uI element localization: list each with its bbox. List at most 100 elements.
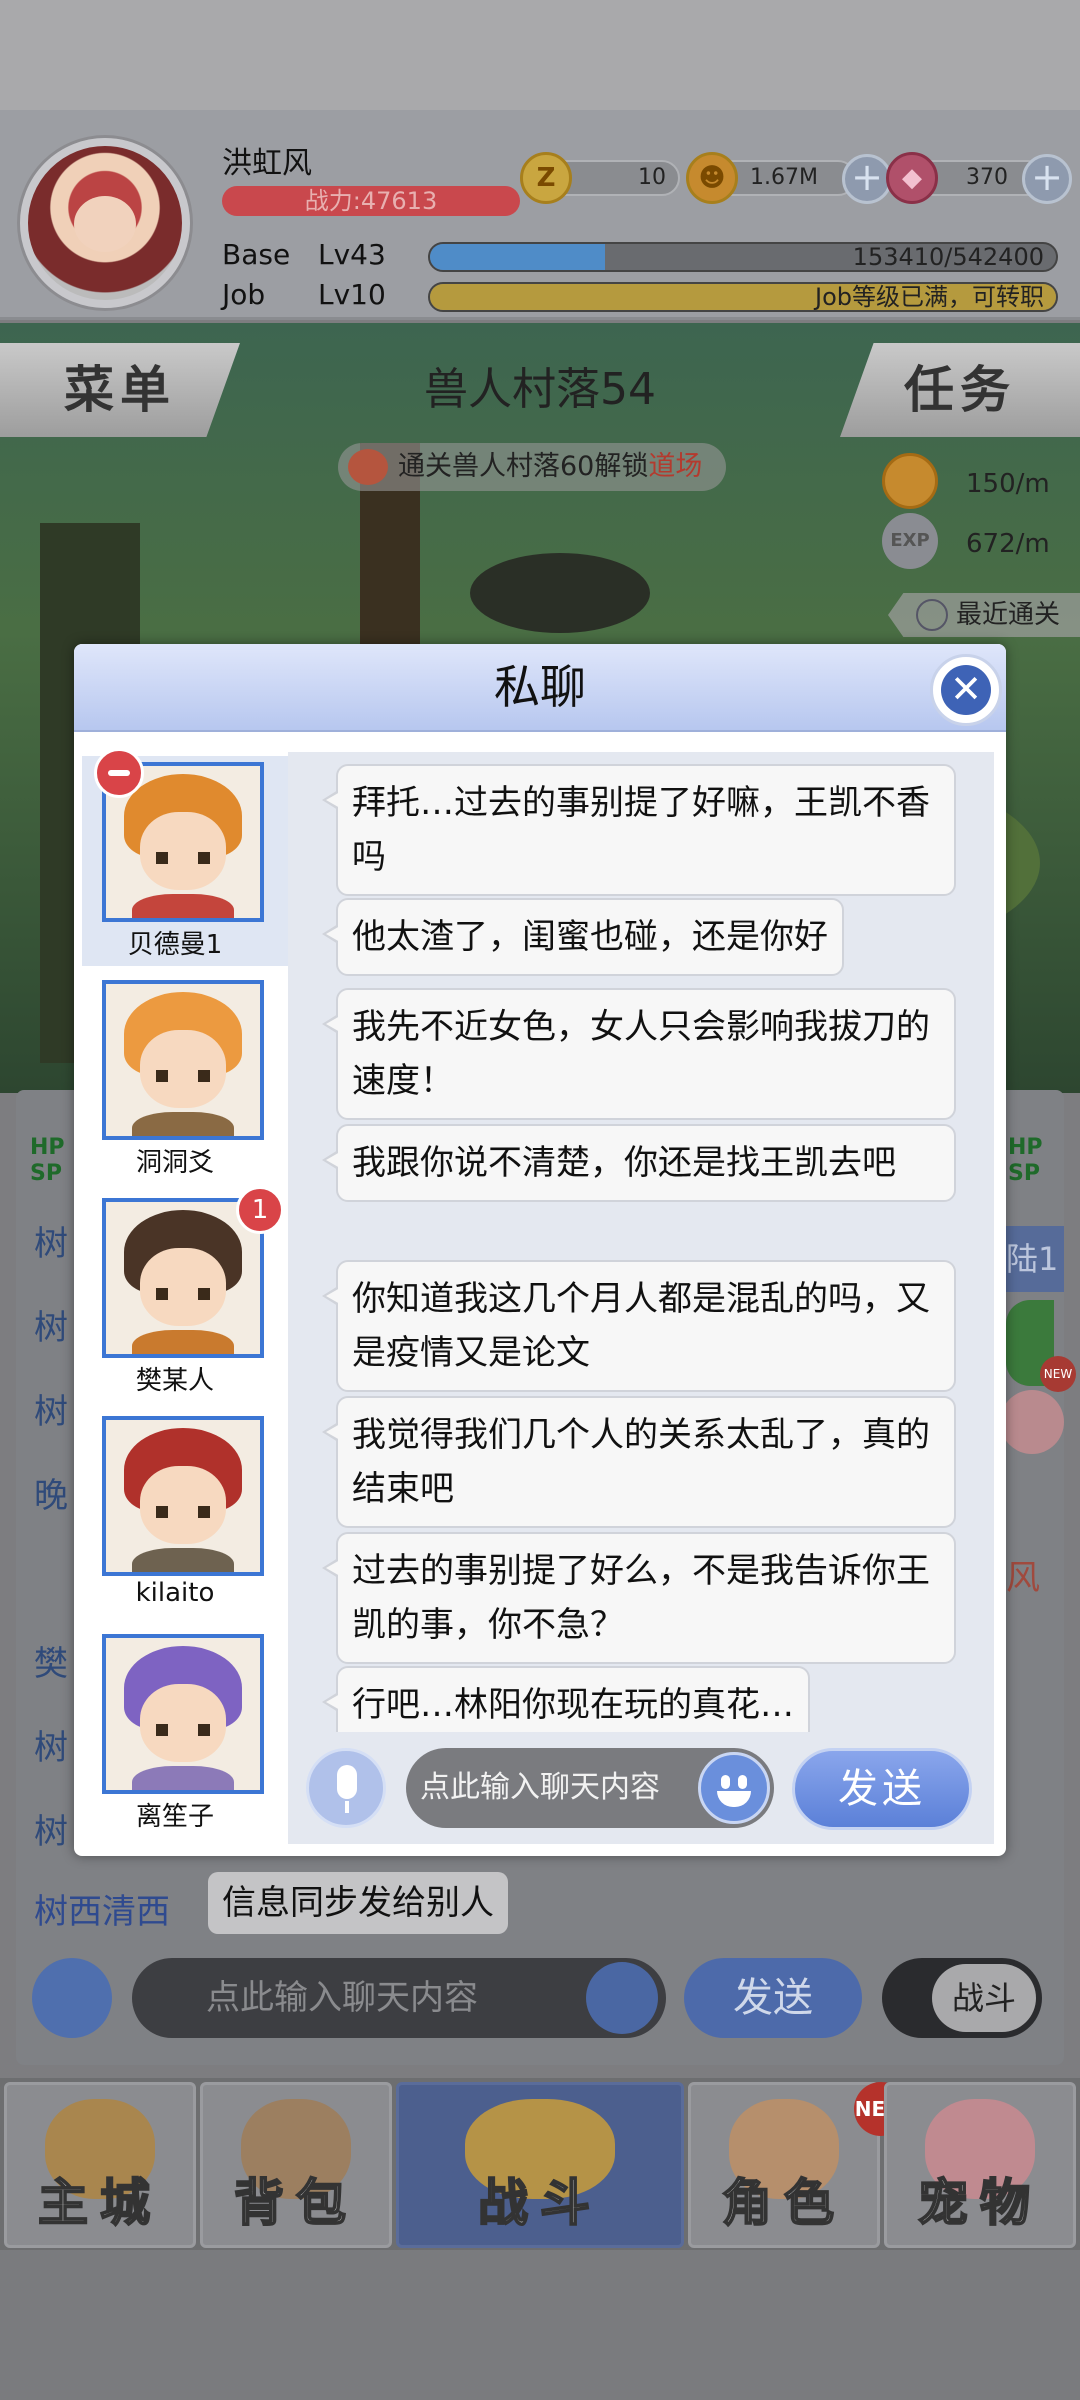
unlock-hint-highlight: 道场 [648, 451, 703, 482]
task-tab[interactable]: 任务 [840, 343, 1080, 437]
microphone-icon [337, 1765, 357, 1799]
contact-name: kilaito [135, 1578, 215, 1608]
avatar-eyes [156, 1070, 210, 1082]
contact-list: 贝德曼1 洞洞爻 1 樊某人 kilaito 离笙子 [82, 748, 288, 1846]
avatar-body [132, 1548, 234, 1572]
nav-main-city[interactable]: 主城 [4, 2082, 196, 2248]
nav-battle[interactable]: 战斗 [396, 2082, 684, 2248]
contact-name: 樊某人 [135, 1366, 214, 1396]
pink-gem-icon: ◆ [886, 152, 938, 204]
chat-panel: 拜托…过去的事别提了好嘛，王凯不香吗 他太渣了，闺蜜也碰，还是你好 我先不近女色… [288, 752, 994, 1844]
base-exp-text: 153410/542400 [852, 243, 1044, 271]
avatar-face [140, 1248, 226, 1326]
new-badge: NEW [1040, 1356, 1076, 1392]
avatar-eyes [156, 852, 210, 864]
contact-avatar [102, 980, 264, 1140]
contact-name: 离笙子 [135, 1802, 214, 1832]
status-bar [0, 0, 1080, 110]
hp-label: HP [1008, 1135, 1043, 1160]
profile-panel: 洪虹风 战力:47613 10 Z 1.67M ☻ + 370 ◆ + Base… [0, 110, 1080, 320]
chat-bubble: 过去的事别提了好么，不是我告诉你王凯的事，你不急？ [322, 1532, 956, 1664]
avatar-eyes [156, 1724, 210, 1736]
contact-item[interactable]: 洞洞爻 [82, 974, 288, 1184]
avatar-eyes [156, 1506, 210, 1518]
nav-label: 战斗 [477, 2173, 602, 2233]
avatar-face [140, 1684, 226, 1762]
unlock-hint: 通关兽人村落60解锁道场 [338, 443, 727, 491]
remove-contact-button[interactable] [94, 748, 144, 798]
avatar-scarf [132, 894, 234, 918]
base-exp-fill [430, 244, 606, 270]
recent-clear-button[interactable]: 最近通关 [888, 593, 1080, 637]
avatar-eyes [156, 1288, 210, 1300]
contact-name: 洞洞爻 [135, 1148, 214, 1178]
base-exp-bar: 153410/542400 [428, 242, 1058, 272]
contact-avatar [102, 1634, 264, 1794]
close-button[interactable]: ✕ [930, 654, 1002, 726]
contact-avatar [102, 1416, 264, 1576]
send-button[interactable]: 发送 [792, 1748, 972, 1830]
sp-label: SP [1008, 1161, 1040, 1186]
avatar-face [140, 812, 226, 890]
chat-bubble: 我跟你说不清楚，你还是找王凯去吧 [322, 1124, 956, 1202]
currency-gem: 370 ◆ + [886, 152, 1076, 204]
main-send-button[interactable]: 发送 [684, 1958, 862, 2038]
add-gem-button[interactable]: + [1022, 154, 1072, 204]
combat-power: 战力:47613 [222, 186, 520, 216]
contact-item[interactable]: 离笙子 [82, 1628, 288, 1838]
nav-backpack[interactable]: 背包 [200, 2082, 392, 2248]
contact-item[interactable]: 贝德曼1 [82, 748, 288, 966]
emoji-eye [721, 1775, 730, 1789]
chat-sender: 树 [34, 1224, 68, 1264]
emoji-button[interactable] [698, 1752, 770, 1824]
avatar-body [132, 1112, 234, 1136]
avatar-face [140, 1466, 226, 1544]
battle-toggle[interactable]: 战斗 [882, 1958, 1042, 2038]
job-label: Job [222, 278, 266, 311]
contact-item[interactable]: kilaito [82, 1410, 288, 1620]
voice-button[interactable] [306, 1748, 386, 1828]
job-level: Lv10 [318, 278, 386, 311]
contact-item[interactable]: 1 樊某人 [82, 1186, 288, 1402]
nav-label: 角色 [721, 2173, 846, 2233]
modal-header: 私聊 ✕ [74, 644, 1006, 732]
chat-sender: 晚 [34, 1476, 68, 1516]
chat-bubble: 我觉得我们几个人的关系太乱了，真的结束吧 [322, 1396, 956, 1528]
microphone-stand [345, 1801, 349, 1813]
play-icon [916, 599, 948, 631]
unlock-hint-text: 通关兽人村落60解锁 [398, 451, 649, 482]
chat-sender: 树西清西 [34, 1892, 170, 1932]
add-gold-button[interactable]: + [842, 154, 892, 204]
nav-label: 主城 [37, 2173, 162, 2233]
avatar-face [140, 1030, 226, 1108]
rock [470, 553, 650, 633]
pet-poring-icon[interactable] [1000, 1390, 1064, 1454]
crab-icon [348, 449, 388, 485]
nav-pet[interactable]: 宠物 [884, 2082, 1076, 2248]
menu-tab[interactable]: 菜单 [0, 343, 240, 437]
nav-character[interactable]: 角色 [688, 2082, 880, 2248]
player-avatar[interactable] [20, 138, 190, 308]
job-exp-text: Job等级已满，可转职 [815, 283, 1044, 311]
nav-label: 宠物 [917, 2173, 1042, 2233]
chat-sender: 树 [34, 1308, 68, 1348]
base-level: Lv43 [318, 238, 386, 271]
zeny-token-icon: Z [520, 152, 572, 204]
nav-label: 背包 [233, 2173, 358, 2233]
chat-bubble: 我先不近女色，女人只会影响我拔刀的速度！ [322, 988, 956, 1120]
modal-title: 私聊 [494, 660, 586, 714]
chat-bubble: 行吧…林阳你现在玩的真花… [322, 1666, 810, 1732]
side-channel-tab[interactable]: 陆1 [1006, 1226, 1064, 1292]
exp-rate: 672/m [966, 529, 1050, 559]
main-voice-button[interactable] [32, 1958, 112, 2038]
exp-icon: EXP [882, 513, 938, 569]
gold-coin-icon [882, 453, 938, 509]
contact-name: 贝德曼1 [127, 930, 223, 960]
chat-sender: 树 [34, 1392, 68, 1432]
map-title: 兽人村落54 [424, 364, 656, 415]
chat-message: 信息同步发给别人 [208, 1872, 508, 1934]
chat-bubble: 你知道我这几个月人都是混乱的吗，又是疫情又是论文 [322, 1260, 956, 1392]
avatar-body [132, 1766, 234, 1790]
avatar-face [74, 196, 136, 252]
keyboard-icon[interactable] [586, 1962, 658, 2034]
